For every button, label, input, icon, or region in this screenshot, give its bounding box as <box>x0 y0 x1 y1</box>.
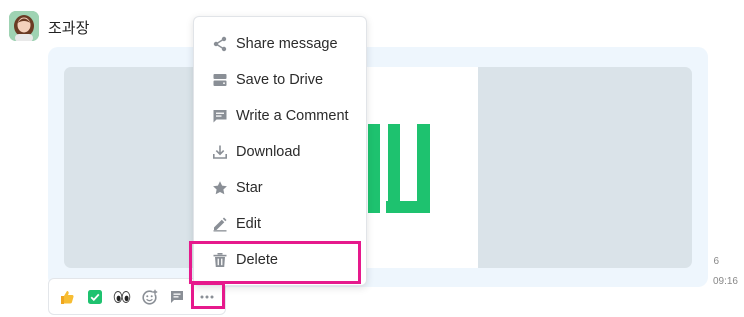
eyes-icon[interactable] <box>113 288 131 306</box>
share-icon <box>213 36 227 52</box>
message-context-menu: Share message Save to Drive Write a Comm… <box>193 16 367 286</box>
star-icon <box>213 181 227 195</box>
menu-item-label: Edit <box>236 216 261 232</box>
avatar[interactable] <box>9 11 39 41</box>
menu-item-label: Write a Comment <box>236 108 349 124</box>
menu-item-delete[interactable]: Delete <box>194 243 366 277</box>
menu-item-label: Share message <box>236 36 338 52</box>
menu-item-save-to-drive[interactable]: Save to Drive <box>194 63 366 97</box>
read-count: 6 <box>713 256 719 267</box>
person-icon <box>9 11 39 41</box>
download-icon <box>213 145 227 159</box>
menu-item-label: Download <box>236 144 301 160</box>
edit-icon <box>213 217 227 232</box>
trash-icon <box>213 253 227 267</box>
comment-icon[interactable] <box>168 288 186 306</box>
menu-item-label: Star <box>236 180 263 196</box>
menu-item-label: Delete <box>236 252 278 268</box>
message-time: 09:16 <box>712 276 738 287</box>
add-emoji-icon[interactable] <box>141 288 159 306</box>
drive-icon <box>213 74 227 86</box>
menu-item-label: Save to Drive <box>236 72 324 88</box>
image-preview[interactable] <box>64 67 692 268</box>
menu-item-download[interactable]: Download <box>194 135 366 169</box>
sender-name[interactable]: 조과장 <box>48 17 89 38</box>
menu-item-write-a-comment[interactable]: Write a Comment <box>194 99 366 133</box>
more-icon[interactable] <box>198 288 216 306</box>
checkbox-icon[interactable] <box>86 288 104 306</box>
comment-icon <box>213 110 227 123</box>
menu-item-star[interactable]: Star <box>194 171 366 205</box>
thumbs-up-icon[interactable] <box>58 288 76 306</box>
menu-item-edit[interactable]: Edit <box>194 207 366 241</box>
menu-item-share-message[interactable]: Share message <box>194 27 366 61</box>
